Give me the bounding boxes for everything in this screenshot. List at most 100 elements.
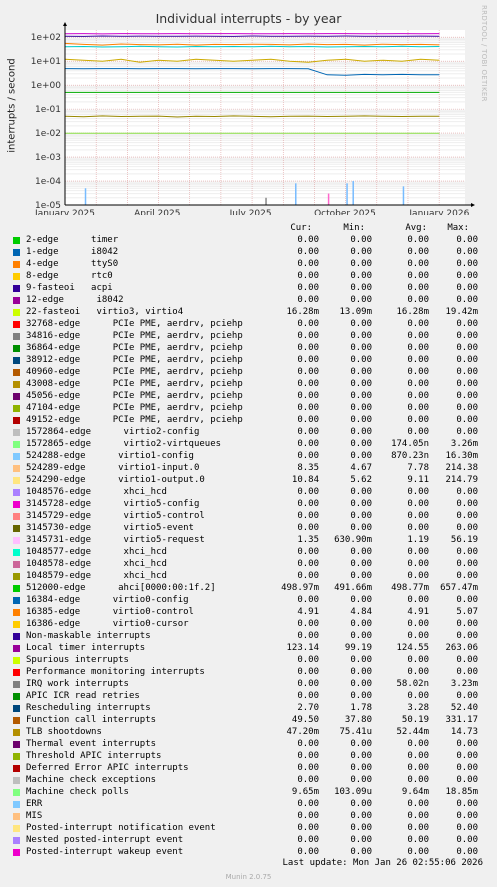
legend-cur-value: 0.00 (297, 655, 319, 665)
legend-min-value: 99.19 (344, 643, 372, 653)
legend-max-value: 0.00 (456, 343, 478, 353)
legend-label: 524289-edge virtio1-input.0 (26, 463, 200, 473)
legend-cur-value: 0.00 (297, 547, 319, 557)
legend-max-value: 14.73 (450, 727, 478, 737)
legend-row: 43008-edge PCIe PME, aerdrv, pciehp 0.00 0… (0, 378, 497, 390)
legend-min-value: 0.00 (350, 391, 372, 401)
legend-cur-value: 0.00 (297, 667, 319, 677)
legend-label: 1048577-edge xhci_hcd (26, 547, 167, 557)
legend-swatch (13, 597, 20, 604)
legend-row: Nested posted-interrupt event 0.00 0.00 0.0… (0, 834, 497, 846)
legend-label: 16385-edge virtio0-control (26, 607, 194, 617)
legend-label: 38912-edge PCIe PME, aerdrv, pciehp (26, 355, 243, 365)
legend-cur-value: 0.00 (297, 571, 319, 581)
legend-row: 36864-edge PCIe PME, aerdrv, pciehp 0.00 0… (0, 342, 497, 354)
legend-swatch (13, 453, 20, 460)
legend-min-value: 0.00 (350, 823, 372, 833)
legend-cur-value: 0.00 (297, 487, 319, 497)
legend-max-value: 18.85m (445, 787, 478, 797)
legend-max-value: 19.42m (445, 307, 478, 317)
legend-row: Posted-interrupt wakeup event 0.00 0.00 0.0… (0, 846, 497, 858)
legend-max-value: 0.00 (456, 487, 478, 497)
y-tick-label: 1e-03 (35, 153, 61, 163)
legend-min-value: 0.00 (350, 295, 372, 305)
legend-cur-value: 0.00 (297, 247, 319, 257)
legend-label: Threshold APIC interrupts (26, 751, 162, 761)
legend-label: 524290-edge virtio1-output.0 (26, 475, 205, 485)
legend-cur-value: 0.00 (297, 739, 319, 749)
legend-max-value: 0.00 (456, 667, 478, 677)
x-tick-label: January 2025 (34, 209, 95, 215)
y-tick-label: 1e+01 (31, 57, 61, 67)
legend-label: 3145728-edge virtio5-config (26, 499, 200, 509)
legend-row: Posted-interrupt notification event 0.00 0… (0, 822, 497, 834)
legend-max-value: 0.00 (456, 547, 478, 557)
legend-max-value: 0.00 (456, 739, 478, 749)
legend-max-value: 0.00 (456, 427, 478, 437)
legend-swatch (13, 357, 20, 364)
legend-row: 3145728-edge virtio5-config 0.00 0.00 0.00 0… (0, 498, 497, 510)
legend-max-value: 0.00 (456, 655, 478, 665)
legend-swatch (13, 345, 20, 352)
legend-row: Performance monitoring interrupts 0.00 0.0… (0, 666, 497, 678)
legend-label: 2-edge timer (26, 235, 119, 245)
legend-row: 512000-edge ahci[0000:00:1f.2] 498.97m 491… (0, 582, 497, 594)
legend-cur-value: 0.00 (297, 379, 319, 389)
legend-swatch (13, 765, 20, 772)
legend-min-value: 630.90m (334, 535, 372, 545)
legend-swatch (13, 849, 20, 856)
legend-min-value: 0.00 (350, 775, 372, 785)
legend-swatch (13, 501, 20, 508)
legend-cur-value: 47.20m (286, 727, 319, 737)
legend-max-value: 0.00 (456, 595, 478, 605)
legend-swatch (13, 741, 20, 748)
last-update: Last update: Mon Jan 26 02:55:06 2026 (282, 858, 483, 868)
legend-label: Machine check exceptions (26, 775, 157, 785)
legend-min-value: 103.09u (334, 787, 372, 797)
legend-swatch (13, 477, 20, 484)
legend-swatch (13, 237, 20, 244)
legend-swatch (13, 621, 20, 628)
legend-cur-value: 9.65m (291, 787, 319, 797)
legend-row: Function call interrupts 49.50 37.80 50.19 3… (0, 714, 497, 726)
legend-cur-value: 0.00 (297, 691, 319, 701)
legend-max-value: 0.00 (456, 571, 478, 581)
legend-max-value: 214.79 (445, 475, 478, 485)
legend-label: 36864-edge PCIe PME, aerdrv, pciehp (26, 343, 243, 353)
legend-label: 8-edge rtc0 (26, 271, 113, 281)
legend-row: 524290-edge virtio1-output.0 10.84 5.62 9.1… (0, 474, 497, 486)
legend-max-value: 0.00 (456, 367, 478, 377)
legend-max-value: 0.00 (456, 271, 478, 281)
legend-row: 40960-edge PCIe PME, aerdrv, pciehp 0.00 0… (0, 366, 497, 378)
legend-label: 47104-edge PCIe PME, aerdrv, pciehp (26, 403, 243, 413)
legend-cur-value: 16.28m (286, 307, 319, 317)
legend-cur-value: 0.00 (297, 331, 319, 341)
legend-cur-value: 0.00 (297, 367, 319, 377)
legend-cur-value: 0.00 (297, 235, 319, 245)
legend-min-value: 75.41u (339, 727, 372, 737)
legend-max-value: 0.00 (456, 235, 478, 245)
legend-label: 1572864-edge virtio2-config (26, 427, 200, 437)
legend-label: Posted-interrupt wakeup event (26, 847, 184, 857)
legend-label: Spurious interrupts (26, 655, 129, 665)
legend-max-value: 0.00 (456, 691, 478, 701)
legend-row: Spurious interrupts 0.00 0.00 0.00 0.00 (0, 654, 497, 666)
legend-max-value: 52.40 (450, 703, 478, 713)
legend-row: 45056-edge PCIe PME, aerdrv, pciehp 0.00 0… (0, 390, 497, 402)
legend-min-value: 0.00 (350, 547, 372, 557)
legend-cur-value: 0.00 (297, 391, 319, 401)
legend-label: 16384-edge virtio0-config (26, 595, 189, 605)
legend-cur-value: 0.00 (297, 523, 319, 533)
legend-cur-value: 0.00 (297, 775, 319, 785)
legend-row: 3145729-edge virtio5-control 0.00 0.00 0.00… (0, 510, 497, 522)
legend-cur-value: 0.00 (297, 499, 319, 509)
legend-header-avg: Avg: (405, 223, 427, 233)
legend-min-value: 0.00 (350, 427, 372, 437)
legend-swatch (13, 633, 20, 640)
legend-swatch (13, 513, 20, 520)
legend-label: 3145731-edge virtio5-request (26, 535, 205, 545)
legend-swatch (13, 381, 20, 388)
legend-min-value: 0.00 (350, 835, 372, 845)
legend-swatch (13, 465, 20, 472)
legend-label: 40960-edge PCIe PME, aerdrv, pciehp (26, 367, 243, 377)
